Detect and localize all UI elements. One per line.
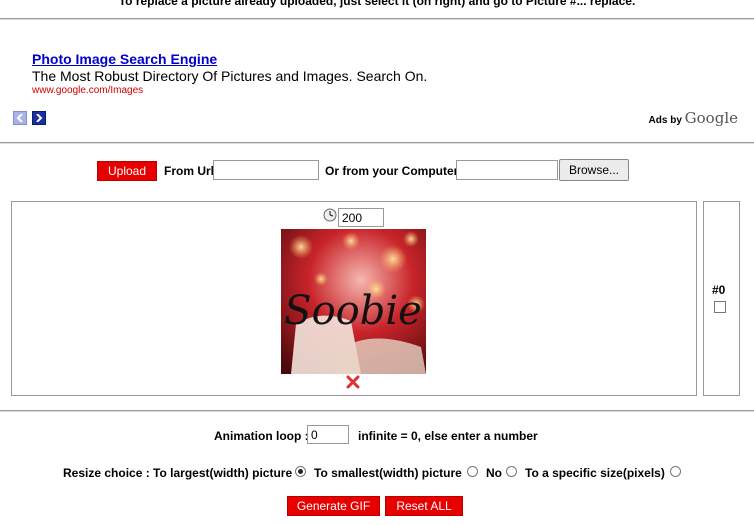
divider	[0, 18, 754, 20]
frame-image: Soobie	[281, 229, 426, 374]
ad-description: The Most Robust Directory Of Pictures an…	[32, 68, 428, 84]
from-computer-label: Or from your Computer	[325, 164, 459, 178]
ad-url-link[interactable]: www.google.com/Images	[32, 85, 143, 96]
generate-gif-button[interactable]: Generate GIF	[287, 496, 380, 516]
frame-thumbnail[interactable]: Soobie	[281, 229, 426, 374]
loop-hint: infinite = 0, else enter a number	[358, 429, 538, 443]
url-input[interactable]	[213, 160, 319, 180]
resize-choice-label: Resize choice : To largest(width) pictur…	[63, 466, 293, 480]
chevron-left-icon	[16, 114, 23, 122]
resize-no-radio[interactable]	[506, 466, 517, 477]
resize-specific-radio[interactable]	[670, 466, 681, 477]
ad-title-link[interactable]: Photo Image Search Engine	[32, 51, 217, 67]
instruction-note: To replace a picture already uploaded, j…	[118, 0, 636, 8]
frame-number-label: #0	[712, 283, 726, 297]
ads-by-label: Ads by	[648, 115, 682, 126]
frame-selector-panel	[703, 201, 740, 396]
divider	[0, 410, 754, 412]
reset-all-button[interactable]: Reset ALL	[385, 496, 463, 516]
resize-largest-radio[interactable]	[295, 466, 306, 477]
animation-loop-label: Animation loop :	[214, 429, 309, 443]
frame-image-text: Soobie	[284, 288, 422, 334]
file-input[interactable]	[456, 160, 558, 180]
from-url-label: From Url	[164, 164, 215, 178]
chevron-right-icon	[36, 114, 43, 122]
browse-button[interactable]: Browse...	[559, 159, 629, 181]
animation-loop-input[interactable]	[307, 425, 349, 444]
ad-next-button[interactable]	[32, 111, 46, 125]
resize-smallest-radio[interactable]	[467, 466, 478, 477]
google-logo: Google	[684, 109, 738, 127]
divider	[0, 142, 754, 144]
frame-delay-input[interactable]	[338, 208, 384, 227]
resize-smallest-label: To smallest(width) picture	[314, 466, 462, 480]
ads-by-google[interactable]: Ads by Google	[649, 109, 738, 127]
resize-no-label: No	[486, 466, 502, 480]
ad-prev-button[interactable]	[13, 111, 27, 125]
resize-specific-label: To a specific size(pixels)	[525, 466, 665, 480]
frame-select-checkbox[interactable]	[714, 301, 726, 313]
upload-button[interactable]: Upload	[97, 161, 157, 181]
clock-icon	[323, 208, 337, 222]
delete-frame-icon[interactable]	[346, 375, 360, 389]
